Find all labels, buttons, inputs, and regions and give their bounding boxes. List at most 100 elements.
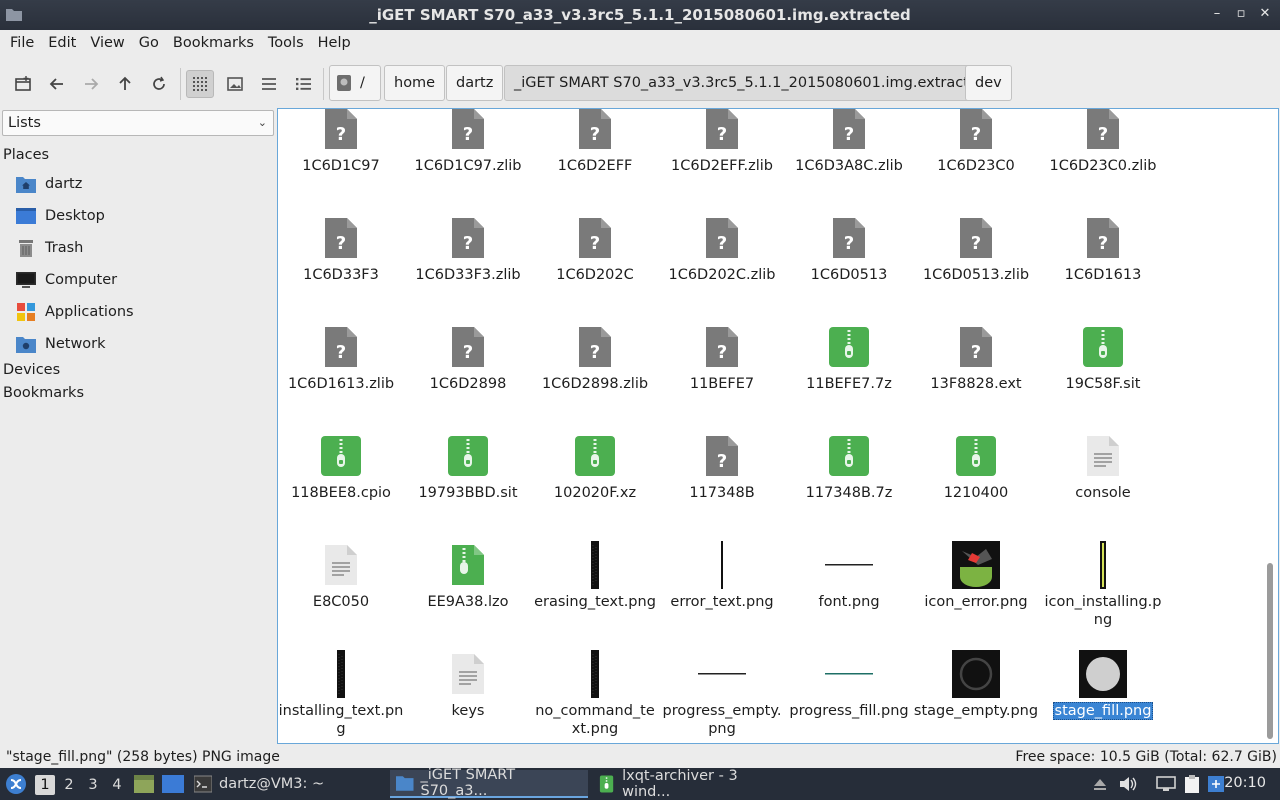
start-menu-icon[interactable] [4, 772, 28, 796]
eject-icon[interactable] [1090, 774, 1110, 794]
thumbnail-view-button[interactable] [221, 70, 249, 98]
icon-view-button[interactable] [186, 70, 214, 98]
menu-file[interactable]: File [3, 35, 41, 51]
file-item[interactable]: ? 1C6D0513 [786, 214, 912, 314]
close-button[interactable]: ✕ [1258, 6, 1272, 22]
file-item[interactable]: ? 1C6D33F3 [278, 214, 404, 314]
file-item[interactable]: font.png [786, 541, 912, 641]
new-tab-button[interactable] [9, 70, 37, 98]
compact-view-button[interactable] [255, 70, 283, 98]
side-pane-mode-select[interactable]: Lists ⌄ [2, 110, 274, 136]
update-notifier-icon[interactable] [1206, 774, 1226, 794]
places-header[interactable]: Places [3, 147, 49, 163]
file-item[interactable]: console [1040, 432, 1166, 532]
path-crumb-dartz[interactable]: dartz [446, 65, 504, 101]
volume-icon[interactable] [1118, 774, 1138, 794]
place-computer[interactable]: Computer [16, 268, 117, 292]
file-view[interactable]: ? 1C6D1C97? 1C6D1C97.zlib? 1C6D2EFF? 1C6D2EF… [277, 108, 1279, 744]
file-item[interactable]: ? 1C6D33F3.zlib [405, 214, 531, 314]
file-item[interactable]: 1210400 [913, 432, 1039, 532]
menu-go[interactable]: Go [132, 35, 166, 51]
task-file-manager[interactable]: _iGET SMART S70_a3... [390, 767, 588, 799]
menu-tools[interactable]: Tools [261, 35, 311, 51]
desktop-switch-4[interactable]: 4 [107, 775, 127, 795]
file-item[interactable]: E8C050 [278, 541, 404, 641]
file-item[interactable]: ? 1C6D202C.zlib [659, 214, 785, 314]
file-item[interactable]: ? 1C6D202C [532, 214, 658, 314]
network-status-icon[interactable] [1156, 774, 1176, 794]
menu-help[interactable]: Help [311, 35, 358, 51]
file-item[interactable]: ? 1C6D1613 [1040, 214, 1166, 314]
desktop-switch-2[interactable]: 2 [59, 775, 79, 795]
file-item[interactable]: ? 1C6D3A8C.zlib [786, 109, 912, 205]
minimize-button[interactable]: – [1210, 6, 1224, 22]
path-crumb-home[interactable]: home [384, 65, 446, 101]
file-item[interactable]: stage_fill.png [1040, 650, 1166, 743]
file-item[interactable]: progress_empty.png [659, 650, 785, 743]
place-applications[interactable]: Applications [16, 300, 134, 324]
devices-header[interactable]: Devices [3, 362, 60, 378]
maximize-button[interactable]: ▫ [1234, 6, 1248, 22]
clock[interactable]: 20:10 [1224, 775, 1266, 791]
file-item[interactable]: ? 1C6D23C0.zlib [1040, 109, 1166, 205]
file-item[interactable]: 19C58F.sit [1040, 323, 1166, 423]
bookmarks-header[interactable]: Bookmarks [3, 385, 84, 401]
clipboard-icon[interactable] [1182, 774, 1202, 794]
menu-edit[interactable]: Edit [41, 35, 83, 51]
scrollbar-thumb[interactable] [1267, 563, 1273, 739]
unknown-file-icon: ? [571, 214, 619, 262]
file-item[interactable]: keys [405, 650, 531, 743]
file-item[interactable]: icon_installing.png [1040, 541, 1166, 641]
file-item[interactable]: installing_text.png [278, 650, 404, 743]
file-item[interactable]: 11BEFE7.7z [786, 323, 912, 423]
file-name-text: 1C6D1C97 [302, 158, 380, 174]
path-crumb-extracted[interactable]: _iGET SMART S70_a33_v3.3rc5_5.1.1_201508… [504, 65, 998, 101]
file-item[interactable]: no_command_text.png [532, 650, 658, 743]
vertical-scrollbar[interactable] [1266, 111, 1274, 741]
file-item[interactable]: ? 11BEFE7 [659, 323, 785, 423]
file-item[interactable]: ? 1C6D1613.zlib [278, 323, 404, 423]
task-terminal[interactable]: dartz@VM3: ~ [188, 770, 384, 798]
file-item[interactable]: ? 1C6D23C0 [913, 109, 1039, 205]
file-item[interactable]: ? 13F8828.ext [913, 323, 1039, 423]
up-button[interactable] [111, 70, 139, 98]
file-item[interactable]: 19793BBD.sit [405, 432, 531, 532]
file-item[interactable]: icon_error.png [913, 541, 1039, 641]
file-item[interactable]: error_text.png [659, 541, 785, 641]
back-button[interactable] [43, 70, 71, 98]
file-item[interactable]: ? 1C6D2EFF.zlib [659, 109, 785, 205]
place-trash[interactable]: Trash [16, 236, 83, 260]
desktop-switch-1[interactable]: 1 [35, 775, 55, 795]
menu-bookmarks[interactable]: Bookmarks [166, 35, 261, 51]
file-item[interactable]: ? 1C6D1C97.zlib [405, 109, 531, 205]
task-archiver[interactable]: lxqt-archiver - 3 wind... [592, 768, 788, 800]
file-item[interactable]: erasing_text.png [532, 541, 658, 641]
path-crumb-dev[interactable]: dev [965, 65, 1012, 101]
menu-view[interactable]: View [83, 35, 131, 51]
forward-button[interactable] [77, 70, 105, 98]
unknown-file-icon: ? [571, 323, 619, 371]
file-item[interactable]: 117348B.7z [786, 432, 912, 532]
file-item[interactable]: ? 1C6D2898 [405, 323, 531, 423]
path-root-button[interactable]: / [329, 65, 381, 101]
file-item[interactable]: ? 1C6D2898.zlib [532, 323, 658, 423]
file-item[interactable]: progress_fill.png [786, 650, 912, 743]
svg-text:?: ? [971, 342, 981, 363]
file-item[interactable]: EE9A38.lzo [405, 541, 531, 641]
place-dartz[interactable]: dartz [16, 172, 82, 196]
file-name: 1C6D2898 [405, 375, 531, 393]
place-desktop[interactable]: Desktop [16, 204, 105, 228]
show-desktop-icon[interactable] [162, 775, 184, 793]
file-item[interactable]: ? 1C6D0513.zlib [913, 214, 1039, 314]
detailed-view-button[interactable] [289, 70, 317, 98]
file-item[interactable]: 118BEE8.cpio [278, 432, 404, 532]
file-item[interactable]: stage_empty.png [913, 650, 1039, 743]
file-item[interactable]: 102020F.xz [532, 432, 658, 532]
reload-button[interactable] [145, 70, 173, 98]
file-item[interactable]: ? 117348B [659, 432, 785, 532]
file-item[interactable]: ? 1C6D1C97 [278, 109, 404, 205]
file-manager-launcher-icon[interactable] [134, 775, 154, 793]
desktop-switch-3[interactable]: 3 [83, 775, 103, 795]
file-item[interactable]: ? 1C6D2EFF [532, 109, 658, 205]
place-network[interactable]: Network [16, 332, 106, 356]
